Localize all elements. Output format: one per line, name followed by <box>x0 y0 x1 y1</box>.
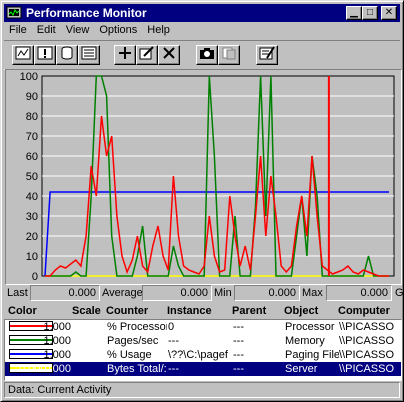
legend-cell-scale: 1.000 <box>43 335 71 347</box>
window-title: Performance Monitor <box>26 6 147 20</box>
legend-cell-object: Server <box>285 363 318 375</box>
legend-cell-instance: \??\C:\pagef <box>168 349 228 361</box>
legend-cell-scale: 1.000 <box>43 349 71 361</box>
max-value: 0.000 <box>326 285 392 301</box>
legend-row[interactable]: 1.000 Pages/sec --- --- Memory \\PICASSO <box>5 334 401 348</box>
menu-options[interactable]: Options <box>94 23 142 36</box>
camera-icon <box>200 48 214 59</box>
plus-icon <box>119 47 131 59</box>
legend-cell-computer: \\PICASSO <box>339 335 395 347</box>
legend-cell-counter: Bytes Total/: <box>107 363 167 375</box>
minimize-icon: ▁ <box>350 7 358 18</box>
maximize-icon: □ <box>366 7 374 18</box>
y-tick-label: 40 <box>26 191 38 203</box>
menu-file[interactable]: File <box>4 23 32 36</box>
add-counter-button[interactable] <box>114 45 136 65</box>
bookmark-button[interactable] <box>218 45 240 65</box>
y-tick-label: 20 <box>26 231 38 243</box>
minimize-button[interactable]: ▁ <box>346 6 362 20</box>
legend-cell-parent: --- <box>233 321 244 333</box>
legend-cell-parent: --- <box>233 349 244 361</box>
legend-list[interactable]: 1.000% Processor 0 --- Processor \\PICASSO 1.… <box>4 319 402 381</box>
y-tick-label: 60 <box>26 151 38 163</box>
chart-icon <box>15 46 31 60</box>
y-tick-label: 0 <box>32 271 38 283</box>
col-computer: Computer <box>338 305 390 317</box>
legend-row[interactable]: 1.000 % Processor 0 --- Processor \\PICASSO <box>5 320 401 334</box>
chart-view-button[interactable] <box>12 45 34 65</box>
y-tick-label: 100 <box>20 71 38 83</box>
delete-counter-button[interactable] <box>158 45 180 65</box>
options-button[interactable] <box>256 45 278 65</box>
menu-view[interactable]: View <box>61 23 95 36</box>
value-bar: Last 0.000 Average 0.000 Min 0.000 Max 0… <box>4 284 404 302</box>
app-icon <box>6 6 22 19</box>
log-icon <box>61 46 73 60</box>
update-now-button[interactable] <box>196 45 218 65</box>
alert-view-button[interactable] <box>34 45 56 65</box>
menu-help[interactable]: Help <box>142 23 175 36</box>
last-value: 0.000 <box>30 285 100 301</box>
close-button[interactable]: ✕ <box>381 6 397 20</box>
y-tick-label: 80 <box>26 111 38 123</box>
legend-cell-scale: 1.000 <box>43 321 71 333</box>
menu-edit[interactable]: Edit <box>32 23 61 36</box>
toolbar <box>4 40 400 70</box>
graph-time-label: G <box>395 287 404 299</box>
legend-cell-object: Paging File <box>285 349 339 361</box>
min-label: Min <box>214 287 232 299</box>
legend-cell-counter: Pages/sec <box>107 335 159 347</box>
legend-cell-computer: \\PICASSO <box>339 363 395 375</box>
legend-cell-computer: \\PICASSO <box>339 349 395 361</box>
y-tick-label: 10 <box>26 251 38 263</box>
y-tick-label: 70 <box>26 131 38 143</box>
log-view-button[interactable] <box>56 45 78 65</box>
col-instance: Instance <box>167 305 212 317</box>
chart-area[interactable]: 100 90 80 70 60 50 40 30 20 10 0 <box>5 69 402 285</box>
legend-cell-counter: % Usage <box>107 349 152 361</box>
legend-row[interactable]: 1.000 % Usage \??\C:\pagef --- Paging File \\… <box>5 348 401 362</box>
menu-bar: File Edit View Options Help <box>4 23 400 39</box>
legend-cell-scale: 0.0001000 <box>19 363 71 375</box>
maximize-button[interactable]: □ <box>362 6 378 20</box>
average-label: Average <box>102 287 143 299</box>
y-tick-label: 30 <box>26 211 38 223</box>
legend-cell-counter: % Processor <box>107 321 167 333</box>
col-counter: Counter <box>106 305 149 317</box>
close-icon: ✕ <box>384 7 394 18</box>
bookmark-icon <box>222 47 236 60</box>
alert-icon <box>37 46 53 60</box>
y-tick-label: 90 <box>26 91 38 103</box>
legend-cell-computer: \\PICASSO <box>339 321 395 333</box>
legend-cell-instance: --- <box>168 335 179 347</box>
max-label: Max <box>302 287 323 299</box>
y-tick-label: 50 <box>26 171 38 183</box>
legend-header: Color Scale Counter Instance Parent Obje… <box>4 303 402 319</box>
col-object: Object <box>284 305 319 317</box>
average-value: 0.000 <box>142 285 212 301</box>
options-icon <box>259 46 275 60</box>
col-color: Color <box>8 305 37 317</box>
legend-cell-parent: --- <box>233 363 244 375</box>
status-text: Data: Current Activity <box>8 384 112 396</box>
col-scale: Scale <box>72 305 101 317</box>
report-icon <box>81 46 97 60</box>
edit-icon <box>139 46 154 60</box>
legend-cell-parent: --- <box>233 335 244 347</box>
col-parent: Parent <box>232 305 267 317</box>
legend-row[interactable]: 0.0001000 Bytes Total/: --- --- Server \\PICA… <box>5 362 401 376</box>
report-view-button[interactable] <box>78 45 100 65</box>
min-value: 0.000 <box>234 285 300 301</box>
edit-counter-button[interactable] <box>136 45 158 65</box>
performance-monitor-window: Performance Monitor ▁ □ ✕ File Edit View Op… <box>0 0 404 402</box>
delete-icon <box>163 47 175 59</box>
status-bar: Data: Current Activity <box>4 382 400 398</box>
title-bar[interactable]: Performance Monitor ▁ □ ✕ <box>4 4 400 22</box>
legend-cell-instance: 0 <box>168 321 175 333</box>
legend-cell-object: Processor <box>285 321 335 333</box>
legend-cell-object: Memory <box>285 335 325 347</box>
performance-chart[interactable]: 1009080706050403020100 <box>6 70 401 284</box>
legend-cell-instance: --- <box>168 363 179 375</box>
last-label: Last <box>7 287 28 299</box>
